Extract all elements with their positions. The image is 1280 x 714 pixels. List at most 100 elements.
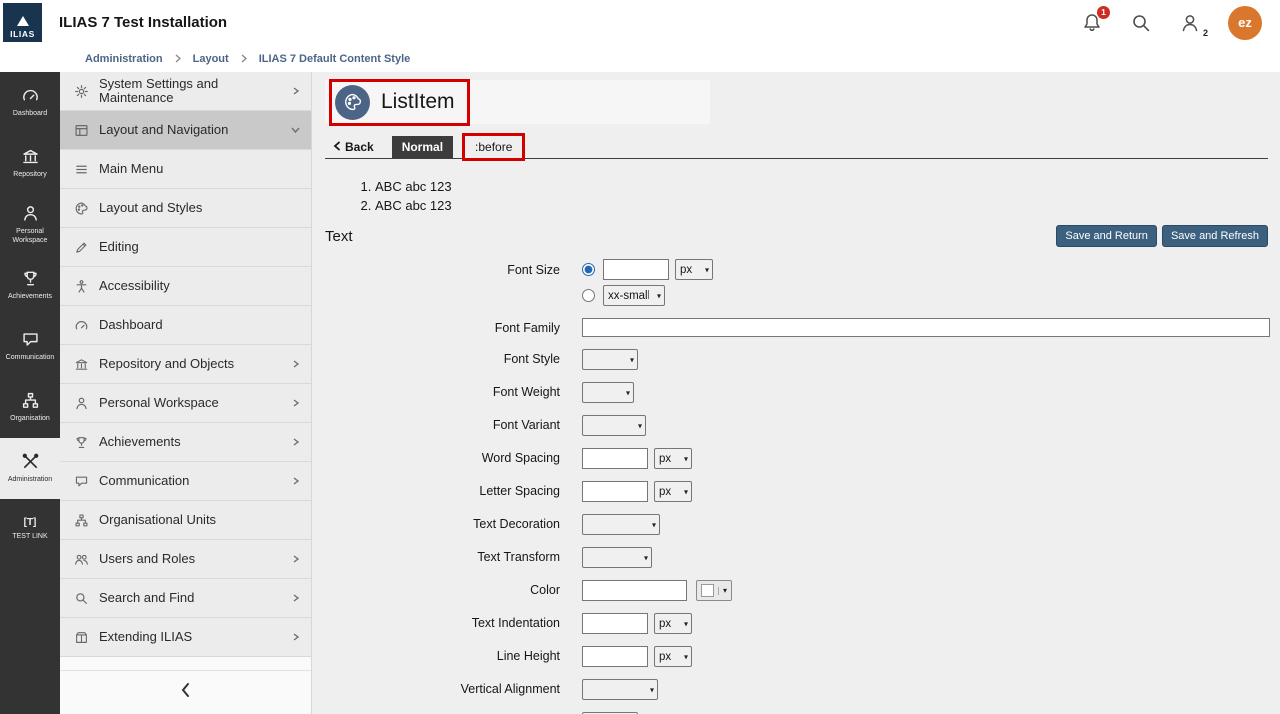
style-palette-icon [335,85,370,120]
online-users-button[interactable]: 2 [1179,12,1201,34]
mainbar-label: Dashboard [11,109,49,118]
save-and-return-button[interactable]: Save and Return [1056,225,1157,247]
color-input[interactable] [582,580,687,601]
line-height-unit-select[interactable]: px [654,646,692,667]
font-family-row: Font Family [325,318,1268,337]
mainbar-item-organisation[interactable]: Organisation [0,377,60,438]
field-label: Font Style [325,349,560,370]
field-label: Text Transform [325,547,560,568]
line-height-input[interactable] [582,646,648,667]
mainbar-label: Organisation [8,414,52,423]
mainbar-item-personal-workspace[interactable]: Personal Workspace [0,194,60,255]
chevron-left-icon [179,682,192,703]
ilias-logo[interactable]: ILIAS [3,3,42,42]
mainbar-item-repository[interactable]: Repository [0,133,60,194]
slate-item-achievements[interactable]: Achievements [60,423,311,462]
breadcrumb-link-administration[interactable]: Administration [85,53,163,65]
installation-title: ILIAS 7 Test Installation [59,14,227,31]
color-row: Color ▾ [325,580,1268,601]
field-label: Color [325,580,560,601]
tab-before[interactable]: :before [465,136,522,158]
slate-item-system-settings[interactable]: System Settings and Maintenance [60,72,311,111]
font-variant-row: Font Variant [325,415,1268,436]
user-avatar[interactable]: ez [1228,6,1262,40]
slate-item-repository-objects[interactable]: Repository and Objects [60,345,311,384]
text-decoration-row: Text Decoration [325,514,1268,535]
mainbar-item-test-link[interactable]: [T] TEST LINK [0,499,60,560]
search-button[interactable] [1130,12,1152,34]
slate-item-editing[interactable]: Editing [60,228,311,267]
slate-item-communication[interactable]: Communication [60,462,311,501]
mainbar-item-administration[interactable]: Administration [0,438,60,499]
font-size-custom-radio[interactable] [582,263,595,276]
repository-icon [21,147,40,166]
font-size-preset-radio[interactable] [582,289,595,302]
mainbar-item-dashboard[interactable]: Dashboard [0,72,60,133]
slate-item-extending-ilias[interactable]: Extending ILIAS [60,618,311,657]
field-label: Font Size [325,259,560,306]
slate-label: Main Menu [99,162,301,176]
text-transform-select[interactable] [582,547,652,568]
page: ILIAS ILIAS 7 Test Installation 1 2 ez A… [0,0,1280,714]
text-indentation-row: Text Indentation px [325,613,1268,634]
font-size-input[interactable] [603,259,669,280]
chevron-right-icon [174,54,182,63]
text-indentation-input[interactable] [582,613,648,634]
slate-item-users-roles[interactable]: Users and Roles [60,540,311,579]
slate-item-main-menu[interactable]: Main Menu [60,150,311,189]
mainbar-label: TEST LINK [10,532,49,541]
field-label: Letter Spacing [325,481,560,502]
font-family-input[interactable] [582,318,1270,337]
magnifier-icon [74,591,89,606]
word-spacing-input[interactable] [582,448,648,469]
slate-menu: System Settings and Maintenance Layout a… [60,72,312,714]
text-decoration-select[interactable] [582,514,660,535]
word-spacing-unit-select[interactable]: px [654,448,692,469]
section-title: Text [325,228,353,245]
slate-item-layout-navigation[interactable]: Layout and Navigation [60,111,311,150]
field-label: Text Decoration [325,514,560,535]
slate-item-layout-styles[interactable]: Layout and Styles [60,189,311,228]
font-size-unit-select[interactable]: px [675,259,713,280]
font-size-preset-select[interactable]: xx-small [603,285,665,306]
section-header: Text Save and Return Save and Refresh [325,225,1268,247]
mainbar-item-achievements[interactable]: Achievements [0,255,60,316]
user-icon [1179,12,1201,34]
org-icon [74,513,89,528]
breadcrumb-link-content-style[interactable]: ILIAS 7 Default Content Style [259,53,411,65]
slate-item-dashboard[interactable]: Dashboard [60,306,311,345]
breadcrumb-link-layout[interactable]: Layout [193,53,229,65]
color-picker-button[interactable]: ▾ [696,580,732,601]
font-weight-select[interactable] [582,382,634,403]
font-style-select[interactable] [582,349,638,370]
slate-label: Repository and Objects [99,357,281,371]
preview-item: ABC abc 123 [375,179,1268,194]
letter-spacing-input[interactable] [582,481,648,502]
back-link[interactable]: Back [333,140,374,154]
slate-item-organisational-units[interactable]: Organisational Units [60,501,311,540]
online-count: 2 [1203,28,1208,38]
mainbar-item-communication[interactable]: Communication [0,316,60,377]
notifications-button[interactable]: 1 [1081,12,1103,34]
tab-normal[interactable]: Normal [392,136,453,158]
collapse-slate-button[interactable] [60,670,311,714]
font-variant-select[interactable] [582,415,646,436]
slate-label: Layout and Navigation [99,123,280,137]
slate-item-accessibility[interactable]: Accessibility [60,267,311,306]
vertical-alignment-select[interactable] [582,679,658,700]
slate-label: Achievements [99,435,281,449]
line-height-row: Line Height px [325,646,1268,667]
text-indentation-unit-select[interactable]: px [654,613,692,634]
slate-label: Accessibility [99,279,301,293]
t-bracket-icon: [T] [24,517,37,528]
chevron-right-icon [291,398,301,408]
slate-label: Layout and Styles [99,201,301,215]
ilias-logo-text: ILIAS [10,29,35,39]
save-and-refresh-button[interactable]: Save and Refresh [1162,225,1268,247]
field-label: Vertical Alignment [325,679,560,700]
slate-item-personal-workspace[interactable]: Personal Workspace [60,384,311,423]
letter-spacing-unit-select[interactable]: px [654,481,692,502]
field-label: Line Height [325,646,560,667]
slate-item-search-find[interactable]: Search and Find [60,579,311,618]
mainbar-label: Personal Workspace [0,227,60,245]
